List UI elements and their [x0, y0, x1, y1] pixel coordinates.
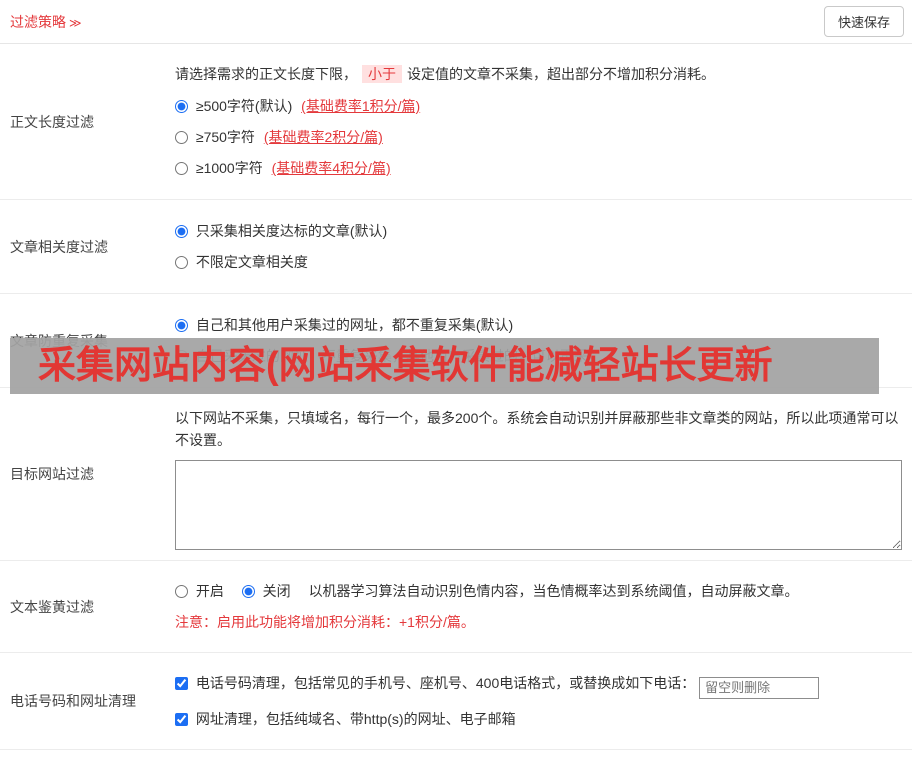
radio-option-750[interactable]: ≥750字符 (基础费率2积分/篇) — [175, 127, 902, 147]
checkbox-url-clean[interactable] — [175, 712, 188, 726]
radio-option-dedupe-all[interactable]: 自己和其他用户采集过的网址，都不重复采集(默认) — [175, 315, 902, 335]
highlight-term: 小于 — [362, 65, 402, 83]
quick-save-button[interactable]: 快速保存 — [823, 6, 904, 37]
fee-note: (基础费率4积分/篇) — [271, 160, 391, 176]
radio-porn-on[interactable] — [175, 585, 188, 598]
checkbox-option-url-clean[interactable]: 网址清理，包括纯域名、带http(s)的网址、电子邮箱 — [175, 711, 516, 727]
section-porn-filter: 文本鉴黄过滤 开启 关闭 以机器学习算法自动识别色情内容，当色情概率达到系统阈值… — [0, 561, 912, 653]
fee-note: (基础费率2积分/篇) — [263, 129, 383, 145]
section-target-site-filter: 目标网站过滤 以下网站不采集，只填域名，每行一个，最多200个。系统会自动识别并… — [0, 388, 912, 561]
watermark-banner: 采集网站内容(网站采集软件能减轻站长更新 — [10, 338, 879, 394]
top-bar: 过滤策略 ≫ 快速保存 — [0, 0, 912, 44]
page-title-text: 过滤策略 — [10, 13, 66, 30]
double-chevron-icon: ≫ — [69, 15, 82, 30]
radio-option-porn-on[interactable]: 开启 — [175, 583, 228, 599]
section-phone-url-clean: 电话号码和网址清理 电话号码清理，包括常见的手机号、座机号、400电话格式，或替… — [0, 653, 912, 750]
radio-porn-off[interactable] — [241, 585, 255, 598]
phone-url-label: 电话号码和网址清理 — [10, 692, 136, 709]
radio-option-1000[interactable]: ≥1000字符 (基础费率4积分/篇) — [175, 158, 902, 178]
radio-option-relevance-any[interactable]: 不限定文章相关度 — [175, 252, 902, 272]
radio-750[interactable] — [175, 131, 188, 144]
porn-filter-desc: 以机器学习算法自动识别色情内容，当色情概率达到系统阈值，自动屏蔽文章。 — [308, 583, 799, 599]
radio-option-porn-off[interactable]: 关闭 — [241, 583, 295, 599]
body-length-intro: 请选择需求的正文长度下限， 小于 设定值的文章不采集，超出部分不增加积分消耗。 — [175, 65, 715, 83]
radio-option-500[interactable]: ≥500字符(默认) (基础费率1积分/篇) — [175, 96, 902, 116]
relevance-label: 文章相关度过滤 — [10, 238, 108, 255]
body-length-label: 正文长度过滤 — [10, 113, 94, 130]
radio-dedupe-all[interactable] — [175, 319, 188, 332]
section-company-clean: 公司机构名称清理 启用 不启用 注意：启用此功能将增加积分消耗：+1积分/篇。 — [0, 750, 912, 768]
page-title[interactable]: 过滤策略 ≫ — [10, 12, 82, 32]
target-site-desc: 以下网站不采集，只填域名，每行一个，最多200个。系统会自动识别并屏蔽那些非文章… — [175, 410, 899, 448]
replacement-phone-input[interactable] — [699, 676, 820, 699]
radio-relevance-any[interactable] — [175, 256, 188, 269]
company-clean-label: 公司机构名称清理 — [0, 760, 175, 768]
checkbox-phone-clean[interactable] — [175, 677, 188, 690]
porn-filter-note: 注意：启用此功能将增加积分消耗：+1积分/篇。 — [175, 614, 475, 630]
section-relevance-filter: 文章相关度过滤 只采集相关度达标的文章(默认) 不限定文章相关度 — [0, 200, 912, 294]
checkbox-option-phone-clean[interactable]: 电话号码清理，包括常见的手机号、座机号、400电话格式，或替换成如下电话： — [175, 675, 699, 691]
radio-option-relevance-strict[interactable]: 只采集相关度达标的文章(默认) — [175, 221, 902, 241]
radio-500[interactable] — [175, 100, 188, 113]
blocked-sites-textarea[interactable] — [175, 460, 902, 550]
target-site-label: 目标网站过滤 — [10, 466, 94, 482]
radio-1000[interactable] — [175, 162, 188, 175]
section-body-length-filter: 正文长度过滤 请选择需求的正文长度下限， 小于 设定值的文章不采集，超出部分不增加积… — [0, 44, 912, 200]
porn-filter-label: 文本鉴黄过滤 — [10, 598, 94, 615]
fee-note: (基础费率1积分/篇) — [301, 98, 421, 114]
radio-relevance-strict[interactable] — [175, 225, 188, 238]
filter-strategy-page: 过滤策略 ≫ 快速保存 正文长度过滤 请选择需求的正文长度下限， 小于 设定值的文章不… — [0, 0, 912, 768]
